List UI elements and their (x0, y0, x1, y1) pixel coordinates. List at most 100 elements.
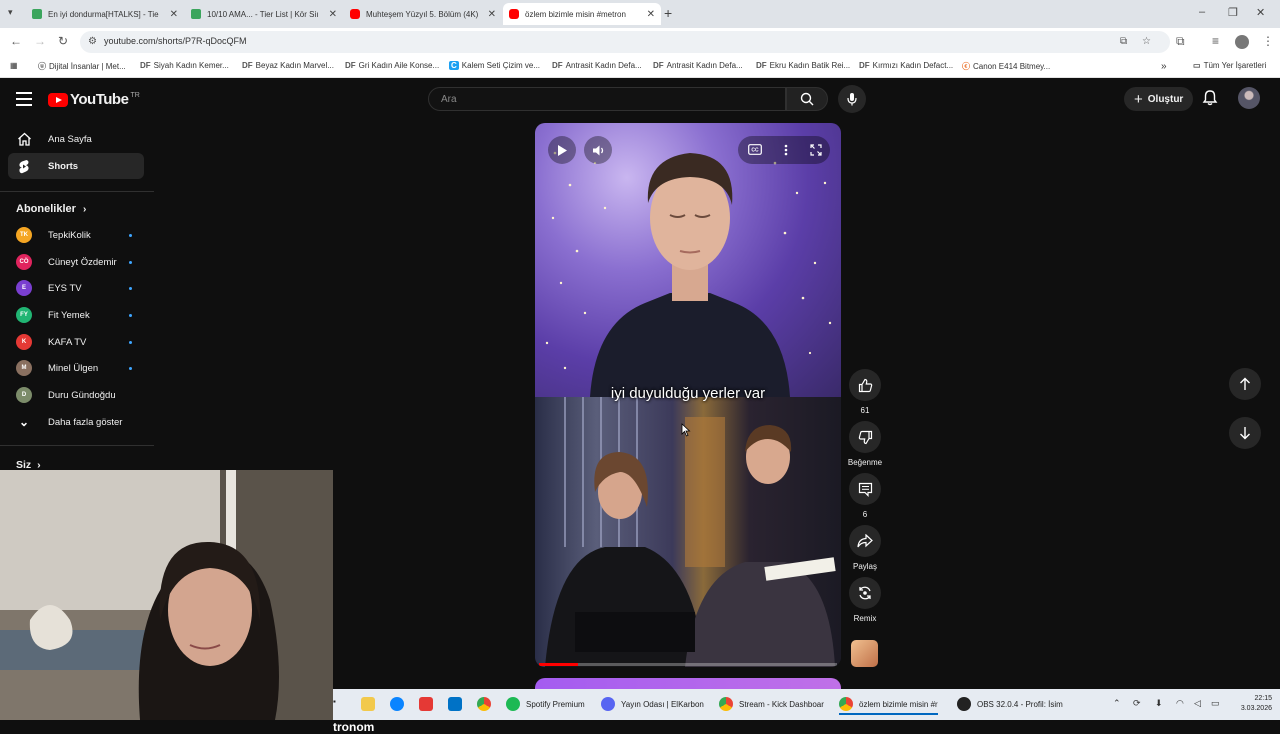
browser-tab[interactable]: 10/10 AMA... - Tier List | Kör Siı ✕ (185, 3, 343, 25)
new-content-dot (129, 366, 132, 370)
system-clock[interactable]: 22:15 3.03.2026 (1232, 694, 1272, 714)
subscription-channel[interactable]: M Minel Ülgen (8, 355, 144, 381)
battery-icon[interactable]: ▭ (1211, 698, 1220, 709)
more-bookmarks-icon[interactable]: » (1161, 61, 1167, 72)
voice-search-button[interactable] (838, 85, 866, 113)
profile-avatar[interactable] (1235, 35, 1249, 49)
minimize-icon[interactable]: – (1199, 6, 1205, 18)
bookmark-item[interactable]: DF Siyah Kadın Kemer... (140, 61, 229, 70)
like-count: 61 (860, 406, 870, 415)
back-icon[interactable]: ← (10, 34, 22, 48)
create-button[interactable]: + Oluştur (1124, 87, 1194, 111)
sidebar-item-shorts[interactable]: Shorts (8, 153, 144, 179)
search-button[interactable] (786, 87, 828, 111)
bookmark-item[interactable]: C Kalem Seti Çizim ve... (449, 61, 540, 70)
browser-menu-icon[interactable]: ⋮ (1262, 34, 1274, 48)
browser-tab[interactable]: Muhteşem Yüzyıl 5. Bölüm (4K) ✕ (344, 3, 502, 25)
remix-button[interactable] (849, 577, 881, 609)
tab-search-icon[interactable]: ▾ (8, 7, 13, 18)
subscription-channel[interactable]: TK TepkiKolik (8, 222, 144, 248)
tray-app-icon[interactable]: ⬇ (1155, 698, 1163, 709)
bookmark-item[interactable]: DF Beyaz Kadın Marvel... (242, 61, 334, 70)
fullscreen-icon[interactable] (810, 144, 822, 156)
wifi-icon[interactable]: ◠ (1176, 698, 1184, 709)
shorts-player[interactable]: iyi duyulduğu yerler var CC (535, 123, 841, 667)
restore-icon[interactable]: ❐ (1228, 6, 1238, 19)
taskbar-app-obs[interactable]: OBS 32.0.4 - Profil: İsim (957, 697, 1063, 711)
subscription-channel[interactable]: E EYS TV (8, 275, 144, 301)
bookmark-item[interactable]: DF Gri Kadın Aile Konse... (345, 61, 439, 70)
bookmark-item[interactable]: DF Antrasit Kadın Defa... (552, 61, 642, 70)
tray-app-icon[interactable]: ⟳ (1133, 698, 1141, 709)
comment-count: 6 (862, 510, 868, 519)
comments-button[interactable] (849, 473, 881, 505)
speaker-icon[interactable]: ◁ (1194, 698, 1201, 709)
play-button[interactable] (548, 136, 576, 164)
site-info-icon[interactable]: ⚙ (88, 36, 97, 47)
forward-icon[interactable]: → (34, 34, 46, 48)
captions-icon[interactable]: CC (748, 144, 762, 155)
extensions-icon[interactable]: ⧉ (1176, 34, 1185, 49)
webcam-feed (0, 470, 333, 720)
browser-tab[interactable]: En iyi dondurma[HTALKS] - Tie ✕ (26, 3, 184, 25)
more-options-icon[interactable] (784, 144, 788, 156)
subscription-channel[interactable]: K KAFA TV (8, 329, 144, 355)
taskbar-app-spotify[interactable]: Spotify Premium (506, 697, 585, 711)
bookmark-item[interactable]: DF Ekru Kadın Batik Rei... (756, 61, 850, 70)
install-app-icon[interactable]: ⧉ (1120, 36, 1127, 47)
bookmark-item[interactable]: ⓒ Canon E414 Bitmey... (962, 61, 1050, 72)
notifications-bell-icon[interactable] (1201, 89, 1219, 107)
bookmark-item[interactable]: ⓤ Dijital İnsanlar | Met... (38, 61, 126, 72)
close-tab-icon[interactable]: ✕ (488, 9, 496, 20)
share-button[interactable] (849, 525, 881, 557)
account-avatar[interactable] (1238, 87, 1260, 109)
subscription-channel[interactable]: CÖ Cüneyt Özdemir (8, 249, 144, 275)
video-subtitle: iyi duyulduğu yerler var (610, 385, 766, 402)
subscription-channel[interactable]: FY Fit Yemek (8, 302, 144, 328)
taskbar-app-file-explorer[interactable] (361, 697, 381, 711)
taskbar-app[interactable] (419, 697, 439, 711)
close-tab-icon[interactable]: ✕ (170, 9, 178, 20)
subscription-channel[interactable]: D Duru Gündoğdu (8, 382, 144, 408)
all-bookmarks-folder[interactable]: ▭ Tüm Yer İşaretleri (1193, 61, 1266, 70)
reload-icon[interactable]: ↻ (58, 34, 68, 48)
close-tab-icon[interactable]: ✕ (647, 9, 655, 20)
taskbar-app-outlook[interactable] (448, 697, 468, 711)
previous-short-button[interactable] (1229, 368, 1261, 400)
bookmark-item[interactable]: DF Kırmızı Kadın Defact... (859, 61, 953, 70)
close-window-icon[interactable]: ✕ (1256, 6, 1265, 19)
new-content-dot (129, 313, 132, 317)
volume-button[interactable] (584, 136, 612, 164)
search-input[interactable] (429, 88, 785, 110)
channel-avatar: CÖ (16, 254, 32, 270)
bookmark-item[interactable]: DF Antrasit Kadın Defa... (653, 61, 743, 70)
address-bar[interactable]: ⚙ youtube.com/shorts/P7R-qDocQFM ⧉ ☆ (80, 31, 1170, 53)
next-short-button[interactable] (1229, 417, 1261, 449)
hamburger-menu-icon[interactable] (16, 92, 32, 110)
channel-name: KAFA TV (48, 336, 87, 348)
taskbar-app-discord[interactable]: Yayın Odası | ElKarbon (601, 697, 704, 711)
dislike-button[interactable] (849, 421, 881, 453)
video-progress-bar[interactable] (539, 663, 837, 666)
media-controls-icon[interactable]: ≡ (1212, 34, 1219, 48)
browser-tab-active[interactable]: özlem bizimle misin #metron ✕ (503, 3, 661, 25)
like-button[interactable] (849, 369, 881, 401)
dislike-label: Beğenme (847, 458, 883, 467)
apps-grid-icon[interactable]: ▦ (10, 61, 18, 70)
tray-overflow-icon[interactable]: ⌃ (1113, 698, 1121, 709)
taskbar-app-chrome-youtube[interactable]: özlem bizimle misin #r (839, 697, 938, 715)
sound-thumbnail[interactable] (851, 640, 878, 667)
channel-name: TepkiKolik (48, 229, 91, 241)
new-tab-icon[interactable]: + (664, 5, 672, 21)
taskbar-app-edge[interactable] (390, 697, 410, 711)
subscriptions-heading[interactable]: Abonelikler › (16, 203, 86, 215)
sidebar-item-home[interactable]: Ana Sayfa (8, 126, 144, 152)
task-view-icon[interactable]: ▪ (333, 697, 336, 706)
bookmark-star-icon[interactable]: ☆ (1142, 36, 1151, 47)
show-more-button[interactable]: ⌄ Daha fazla göster (8, 409, 144, 435)
youtube-logo[interactable]: YouTube TR (48, 91, 140, 108)
svg-text:CC: CC (751, 148, 759, 154)
taskbar-app-chrome[interactable] (477, 697, 497, 711)
close-tab-icon[interactable]: ✕ (329, 9, 337, 20)
taskbar-app-chrome-kick[interactable]: Stream - Kick Dashboar (719, 697, 824, 711)
